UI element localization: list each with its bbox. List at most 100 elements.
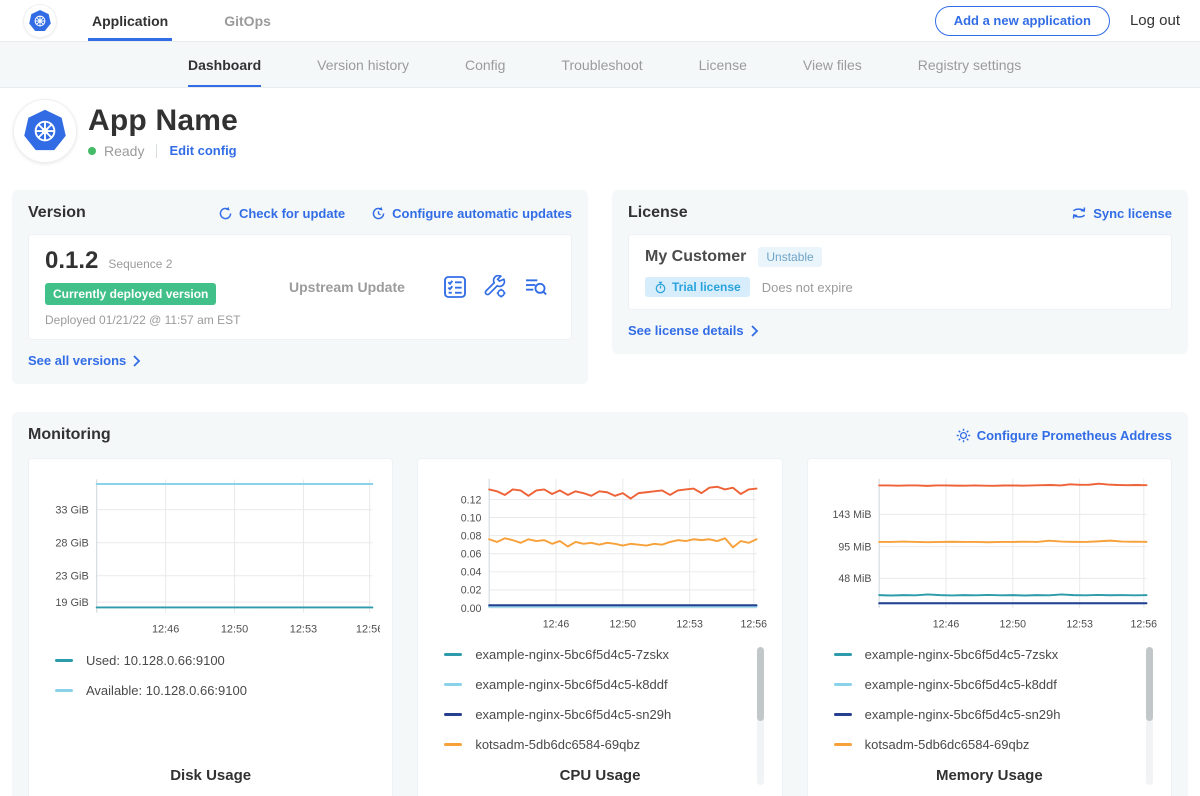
svg-text:0.12: 0.12 bbox=[461, 494, 482, 506]
license-card-title: License bbox=[628, 204, 688, 222]
legend-color-dash bbox=[834, 683, 852, 686]
check-for-update-link[interactable]: Check for update bbox=[218, 206, 345, 221]
sync-license-label: Sync license bbox=[1093, 206, 1172, 221]
svg-text:19 GiB: 19 GiB bbox=[55, 597, 88, 609]
deployed-timestamp: Deployed 01/21/22 @ 11:57 am EST bbox=[45, 313, 285, 327]
svg-text:0.08: 0.08 bbox=[461, 530, 482, 542]
legend-item: example-nginx-5bc6f5d4c5-k8ddf bbox=[834, 677, 1133, 692]
legend-label: Available: 10.128.0.66:9100 bbox=[86, 683, 247, 698]
release-source-label: Upstream Update bbox=[285, 279, 443, 295]
chart-title: Disk Usage bbox=[41, 767, 380, 790]
gear-icon bbox=[956, 428, 971, 443]
disk-usage-chart: 12:4612:5012:5312:5633 GiB28 GiB23 GiB19… bbox=[41, 469, 380, 641]
tab-registry-settings[interactable]: Registry settings bbox=[918, 42, 1021, 87]
legend-label: Used: 10.128.0.66:9100 bbox=[86, 653, 225, 668]
legend-item: kotsadm-5db6dc6584-69qbz bbox=[834, 737, 1133, 752]
license-details-box: My Customer Unstable Trial license Does … bbox=[628, 234, 1172, 310]
kubernetes-logo-icon bbox=[24, 5, 56, 37]
divider bbox=[156, 144, 157, 158]
tab-config[interactable]: Config bbox=[465, 42, 505, 87]
tab-gitops[interactable]: GitOps bbox=[220, 0, 275, 41]
channel-badge: Unstable bbox=[758, 247, 821, 267]
legend-label: example-nginx-5bc6f5d4c5-sn29h bbox=[475, 707, 671, 722]
svg-text:12:46: 12:46 bbox=[543, 618, 570, 630]
tab-view-files[interactable]: View files bbox=[803, 42, 862, 87]
svg-text:23 GiB: 23 GiB bbox=[55, 571, 88, 583]
license-card: License Sync license My Customer Unstabl… bbox=[612, 190, 1188, 354]
top-nav-right: Add a new application Log out bbox=[935, 6, 1186, 36]
svg-text:0.10: 0.10 bbox=[461, 512, 482, 524]
svg-text:0.02: 0.02 bbox=[461, 585, 482, 597]
legend-scrollbar-thumb[interactable] bbox=[1146, 647, 1153, 721]
chart-title: CPU Usage bbox=[430, 767, 769, 790]
trial-license-label: Trial license bbox=[672, 280, 741, 294]
disk-usage-legend: Used: 10.128.0.66:9100 Available: 10.128.… bbox=[41, 651, 380, 767]
cpu-usage-legend: example-nginx-5bc6f5d4c5-7zskxexample-ng… bbox=[430, 645, 769, 767]
legend-color-dash bbox=[444, 683, 462, 686]
refresh-icon bbox=[218, 206, 233, 221]
config-wrench-icon[interactable] bbox=[483, 275, 507, 299]
top-nav-tabs: Application GitOps bbox=[88, 0, 323, 41]
svg-text:12:53: 12:53 bbox=[677, 618, 704, 630]
svg-text:12:53: 12:53 bbox=[290, 624, 317, 636]
cpu-usage-chart: 12:4612:5012:5312:560.120.100.080.060.04… bbox=[430, 469, 769, 635]
legend-scrollbar bbox=[757, 647, 764, 785]
legend-item: example-nginx-5bc6f5d4c5-7zskx bbox=[834, 647, 1133, 662]
svg-text:0.06: 0.06 bbox=[461, 549, 482, 561]
svg-text:12:56: 12:56 bbox=[356, 624, 380, 636]
view-logs-icon[interactable] bbox=[523, 275, 549, 299]
svg-text:12:50: 12:50 bbox=[221, 624, 248, 636]
svg-text:95 MiB: 95 MiB bbox=[838, 542, 871, 554]
version-card-title: Version bbox=[28, 204, 86, 222]
sync-license-link[interactable]: Sync license bbox=[1071, 206, 1172, 221]
configure-prometheus-link[interactable]: Configure Prometheus Address bbox=[956, 428, 1172, 443]
configure-automatic-updates-label: Configure automatic updates bbox=[392, 206, 572, 221]
svg-text:0.04: 0.04 bbox=[461, 567, 482, 579]
tab-license[interactable]: License bbox=[699, 42, 747, 87]
legend-color-dash bbox=[444, 653, 462, 656]
chart-title: Memory Usage bbox=[820, 767, 1159, 790]
legend-item: Used: 10.128.0.66:9100 bbox=[55, 653, 354, 668]
sync-icon bbox=[1071, 206, 1087, 220]
sub-nav: Dashboard Version history Config Trouble… bbox=[0, 42, 1200, 88]
status-dot bbox=[88, 147, 96, 155]
svg-text:48 MiB: 48 MiB bbox=[838, 573, 871, 585]
top-nav: Application GitOps Add a new application… bbox=[0, 0, 1200, 42]
legend-color-dash bbox=[834, 713, 852, 716]
logout-link[interactable]: Log out bbox=[1130, 12, 1186, 29]
charts-row: 12:4612:5012:5312:5633 GiB28 GiB23 GiB19… bbox=[28, 458, 1172, 796]
trial-license-badge: Trial license bbox=[645, 277, 750, 297]
tab-troubleshoot[interactable]: Troubleshoot bbox=[561, 42, 642, 87]
see-all-versions-label: See all versions bbox=[28, 353, 126, 368]
svg-text:143 MiB: 143 MiB bbox=[832, 509, 871, 521]
chevron-right-icon bbox=[750, 325, 759, 337]
clock-refresh-icon bbox=[371, 206, 386, 221]
legend-color-dash bbox=[55, 689, 73, 692]
configure-automatic-updates-link[interactable]: Configure automatic updates bbox=[371, 206, 572, 221]
check-for-update-label: Check for update bbox=[239, 206, 345, 221]
svg-text:12:46: 12:46 bbox=[932, 618, 959, 630]
app-icon bbox=[14, 100, 76, 162]
current-version-box: 0.1.2 Sequence 2 Currently deployed vers… bbox=[28, 234, 572, 340]
memory-usage-legend: example-nginx-5bc6f5d4c5-7zskx example-ng… bbox=[820, 645, 1159, 767]
tab-version-history[interactable]: Version history bbox=[317, 42, 409, 87]
legend-scrollbar bbox=[1146, 647, 1153, 785]
edit-config-link[interactable]: Edit config bbox=[169, 143, 236, 158]
see-all-versions-link[interactable]: See all versions bbox=[28, 353, 141, 368]
cpu-usage-chart-card: 12:4612:5012:5312:560.120.100.080.060.04… bbox=[417, 458, 782, 796]
legend-label: example-nginx-5bc6f5d4c5-7zskx bbox=[865, 647, 1059, 662]
legend-color-dash bbox=[444, 743, 462, 746]
see-license-details-link[interactable]: See license details bbox=[628, 323, 759, 338]
tab-application[interactable]: Application bbox=[88, 0, 172, 41]
svg-text:33 GiB: 33 GiB bbox=[55, 505, 88, 517]
svg-text:12:53: 12:53 bbox=[1066, 618, 1093, 630]
legend-scrollbar-thumb[interactable] bbox=[757, 647, 764, 721]
status-badge: Ready bbox=[104, 143, 144, 159]
add-application-button[interactable]: Add a new application bbox=[935, 6, 1110, 36]
tab-dashboard[interactable]: Dashboard bbox=[188, 42, 261, 87]
preflight-checks-icon[interactable] bbox=[443, 275, 467, 299]
legend-item: kotsadm-5db6dc6584-69qbz bbox=[444, 737, 743, 752]
legend-item: Available: 10.128.0.66:9100 bbox=[55, 683, 354, 698]
stopwatch-icon bbox=[654, 281, 667, 294]
legend-item: example-nginx-5bc6f5d4c5-sn29h bbox=[834, 707, 1133, 722]
